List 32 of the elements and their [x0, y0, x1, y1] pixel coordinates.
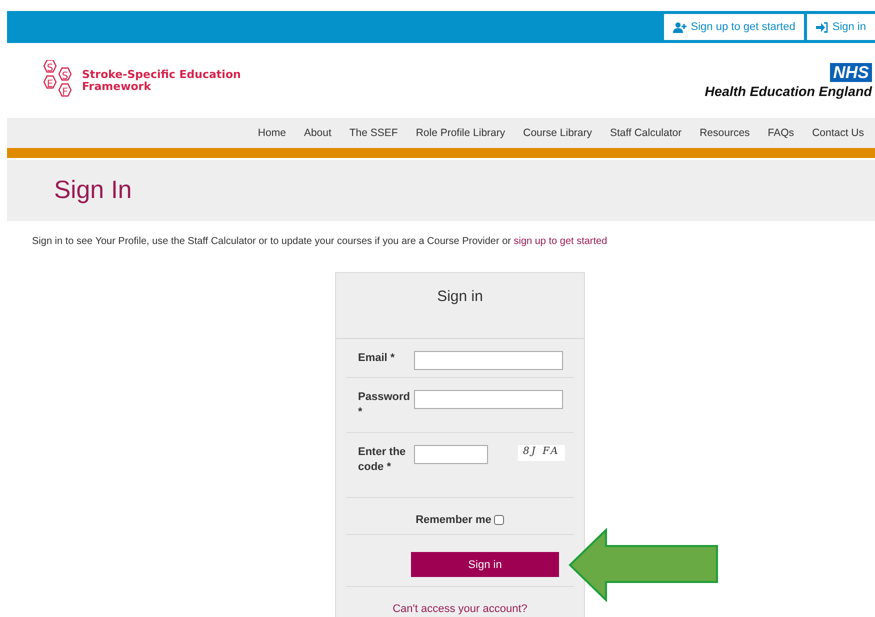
nhs-badge: NHS: [830, 62, 872, 82]
sign-up-link[interactable]: Sign up to get started: [664, 14, 804, 40]
site-name: Stroke-Specific Education Framework: [82, 68, 242, 92]
sign-up-link[interactable]: sign up to get started: [514, 236, 608, 247]
captcha-image: 8J FA: [518, 445, 565, 461]
nav-link[interactable]: Staff Calculator: [601, 127, 691, 139]
nav-link[interactable]: Contact Us: [803, 127, 873, 139]
arrow-icon: [568, 528, 720, 602]
nav-link[interactable]: About: [294, 127, 340, 139]
nav-link[interactable]: FAQs: [758, 127, 804, 139]
sign-in-icon: [816, 22, 828, 32]
page-title: Sign In: [54, 176, 132, 205]
field-label: Password *: [358, 390, 411, 420]
nav-link[interactable]: Role Profile Library: [406, 127, 514, 139]
sign-in-button[interactable]: Sign in: [411, 552, 559, 577]
account-help-link[interactable]: Can't access your account?: [392, 603, 528, 615]
intro-paragraph: Sign in to see Your Profile, use the Staff Calculator or to update your courses if you are a Course Provider or sign up to get started: [32, 236, 608, 247]
nav-link[interactable]: Course Library: [514, 127, 601, 139]
email-input-field[interactable]: [414, 351, 563, 370]
nav-link[interactable]: Home: [248, 127, 295, 139]
code-input-field[interactable]: [414, 445, 488, 464]
sign-in-link[interactable]: Sign in: [807, 14, 875, 40]
nav-link[interactable]: Resources: [690, 127, 759, 139]
organisation-name: Health Education England: [704, 84, 872, 98]
user-plus-icon: [672, 22, 687, 32]
password-input-field[interactable]: [414, 390, 563, 409]
field-label: Enter the code *: [358, 445, 407, 475]
remember-me-checkbox[interactable]: [494, 515, 504, 525]
field-label: Email *: [358, 351, 396, 366]
remember-me-label: Remember me: [416, 514, 492, 526]
card-title: Sign in: [336, 273, 584, 339]
nav-link[interactable]: The SSEF: [340, 127, 407, 139]
